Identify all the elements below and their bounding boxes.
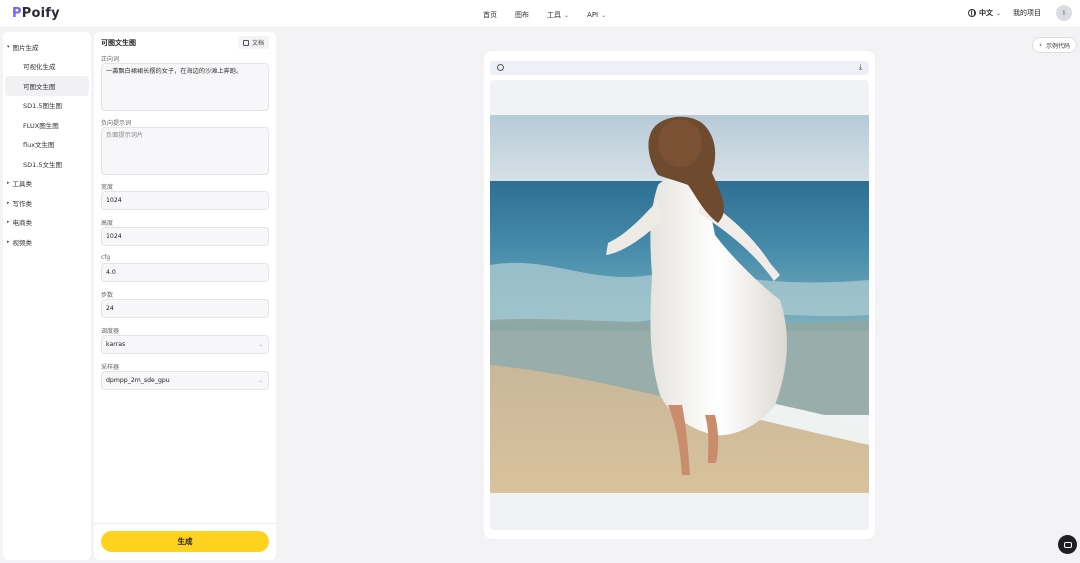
docs-button-label: 文档 — [251, 40, 264, 47]
sidebar-group-label: 电商类 — [12, 219, 33, 228]
nav-home[interactable]: 首页 — [483, 10, 497, 20]
sidebar-item[interactable]: SD1.5图生图 — [5, 96, 89, 116]
sidebar-item[interactable]: SD1.5文生图 — [5, 154, 89, 174]
language-switcher[interactable]: 中文 ⌄ — [967, 8, 1001, 18]
document-icon — [242, 39, 249, 46]
scheduler-value: karras — [106, 341, 126, 348]
gear-icon[interactable] — [497, 64, 504, 71]
chevron-down-icon: ⌄ — [995, 9, 1001, 17]
height-label: 高度 — [101, 220, 114, 227]
show-code-label: 示例代码 — [1045, 42, 1070, 50]
header-actions: 中文 ⌄ 我的项目 li — [967, 5, 1072, 21]
sampler-label: 采样器 — [101, 364, 120, 371]
width-label: 宽度 — [101, 184, 114, 191]
sidebar-item[interactable]: 可视化生成 — [5, 57, 89, 77]
prompt-textarea[interactable]: 一袭飘白裙裙长摆的女子，在海边的沙滩上奔跑。 — [101, 63, 269, 111]
show-code-button[interactable]: ‹ 示例代码 — [1032, 37, 1077, 53]
chat-bubble-icon — [1063, 541, 1072, 548]
sidebar-item-active[interactable]: 可图文生图 — [5, 76, 89, 96]
divider — [94, 523, 276, 524]
cfg-label: cfg — [101, 254, 111, 261]
sidebar-item[interactable]: flux文生图 — [5, 135, 89, 155]
sampler-value: dpmpp_2m_sde_gpu — [106, 377, 170, 384]
nav-home-label: 首页 — [483, 11, 497, 19]
image-area — [490, 80, 869, 530]
nav-tools[interactable]: 工具 ⌄ — [547, 10, 569, 20]
form-panel: 可图文生图 文档 正向词 一袭飘白裙裙长摆的女子，在海边的沙滩上奔跑。 负向提示… — [94, 32, 276, 560]
negative-prompt-label: 负向提示词 — [101, 120, 132, 127]
chevron-down-icon: ⌄ — [601, 11, 607, 19]
chevron-down-icon: ⌄ — [257, 341, 263, 348]
chat-button[interactable] — [1058, 535, 1077, 554]
language-label: 中文 — [978, 9, 993, 17]
caret-down-icon: ▾ — [7, 43, 10, 50]
sidebar-group-tools[interactable]: ▸ 工具类 — [3, 174, 91, 194]
nav-api-label: API — [587, 11, 599, 19]
sidebar-group-label: 写作类 — [12, 199, 33, 208]
page-title: 可图文生图 — [101, 39, 136, 47]
sidebar-item[interactable]: FLUX图生图 — [5, 115, 89, 135]
sidebar-group-image-gen[interactable]: ▾ 图片生成 — [3, 37, 91, 57]
globe-icon — [967, 9, 976, 17]
my-projects-link[interactable]: 我的项目 — [1013, 8, 1041, 18]
preview-card: ⤓ — [484, 51, 875, 539]
logo-mark: P — [12, 6, 22, 21]
sidebar-group-ecommerce[interactable]: ▸ 电商类 — [3, 213, 91, 233]
caret-right-icon: ▸ — [7, 199, 10, 206]
width-input[interactable]: 1024 — [101, 191, 269, 210]
height-input[interactable]: 1024 — [101, 227, 269, 246]
docs-button[interactable]: 文档 — [237, 36, 269, 49]
chevron-down-icon: ⌄ — [564, 11, 570, 19]
main-nav: 首页 图布 工具 ⌄ API ⌄ — [483, 10, 624, 20]
nav-api[interactable]: API ⌄ — [587, 10, 606, 20]
sidebar-group-label: 视频类 — [12, 238, 33, 247]
nav-gallery-label: 图布 — [515, 11, 529, 19]
sidebar: ▾ 图片生成 可视化生成 可图文生图 SD1.5图生图 FLUX图生图 flux文… — [3, 32, 91, 560]
nav-gallery[interactable]: 图布 — [515, 10, 529, 20]
head — [658, 119, 702, 167]
sidebar-group-video[interactable]: ▸ 视频类 — [3, 232, 91, 252]
chevron-left-icon: ‹ — [1039, 41, 1042, 49]
steps-label: 步数 — [101, 292, 114, 299]
generated-image — [490, 115, 869, 493]
app-logo[interactable]: PPoify — [12, 6, 60, 21]
logo-text: Poify — [21, 6, 60, 21]
sidebar-group-writing[interactable]: ▸ 写作类 — [3, 193, 91, 213]
top-navbar: PPoify 首页 图布 工具 ⌄ API ⌄ 中文 ⌄ 我的项目 li — [0, 0, 1080, 28]
nav-tools-label: 工具 — [547, 11, 561, 19]
sidebar-group-label: 工具类 — [12, 180, 33, 189]
cfg-input[interactable]: 4.0 — [101, 263, 269, 282]
scheduler-label: 调度器 — [101, 328, 120, 335]
prompt-label: 正向词 — [101, 56, 120, 63]
steps-input[interactable]: 24 — [101, 299, 269, 318]
scheduler-select[interactable]: karras ⌄ — [101, 335, 269, 354]
chevron-down-icon: ⌄ — [257, 377, 263, 384]
preview-toolbar: ⤓ — [490, 61, 869, 75]
sidebar-group-label: 图片生成 — [12, 43, 39, 52]
sampler-select[interactable]: dpmpp_2m_sde_gpu ⌄ — [101, 371, 269, 390]
caret-right-icon: ▸ — [7, 180, 10, 187]
download-icon[interactable]: ⤓ — [859, 63, 862, 72]
avatar[interactable]: li — [1056, 5, 1072, 21]
negative-prompt-textarea[interactable]: 负面提示词片 — [101, 127, 269, 175]
caret-right-icon: ▸ — [7, 238, 10, 245]
caret-right-icon: ▸ — [7, 219, 10, 226]
generate-button[interactable]: 生成 — [101, 531, 269, 552]
